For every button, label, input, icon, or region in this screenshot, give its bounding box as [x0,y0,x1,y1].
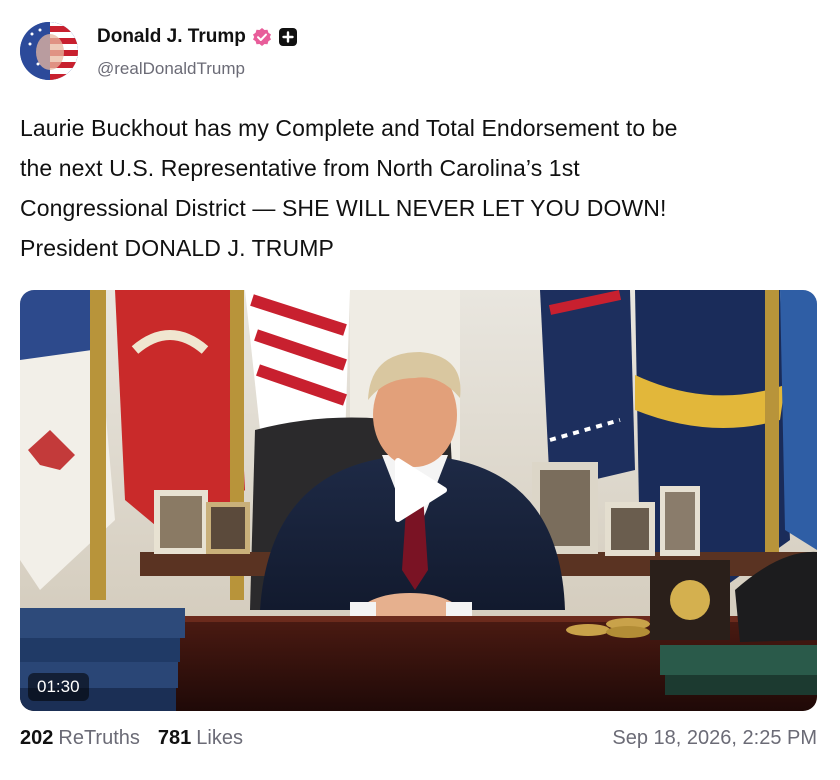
video-duration: 01:30 [28,673,89,701]
post-stats: 202 ReTruths 781 Likes [20,727,243,750]
verified-badge-icon [252,28,271,46]
video-thumbnail[interactable]: 01:30 [20,290,817,711]
flag-portrait-avatar [20,22,78,80]
retruths-label: ReTruths [58,727,140,749]
retruths-stat[interactable]: 202 ReTruths [20,727,140,750]
post-text: Laurie Buckhout has my Complete and Tota… [20,115,678,261]
likes-label: Likes [196,727,243,749]
author-display-name[interactable]: Donald J. Trump [97,26,246,48]
retruths-count: 202 [20,727,54,749]
likes-count: 781 [157,727,192,749]
author-handle[interactable]: @realDonaldTrump [97,59,245,79]
author-avatar[interactable] [20,22,78,80]
post-timestamp[interactable]: Sep 18, 2026, 2:25 PM [612,727,817,750]
likes-stat[interactable]: 781 Likes [158,727,243,750]
play-icon[interactable] [392,455,450,525]
author-name-row: Donald J. Trump [97,26,298,48]
plus-square-icon [278,28,297,46]
